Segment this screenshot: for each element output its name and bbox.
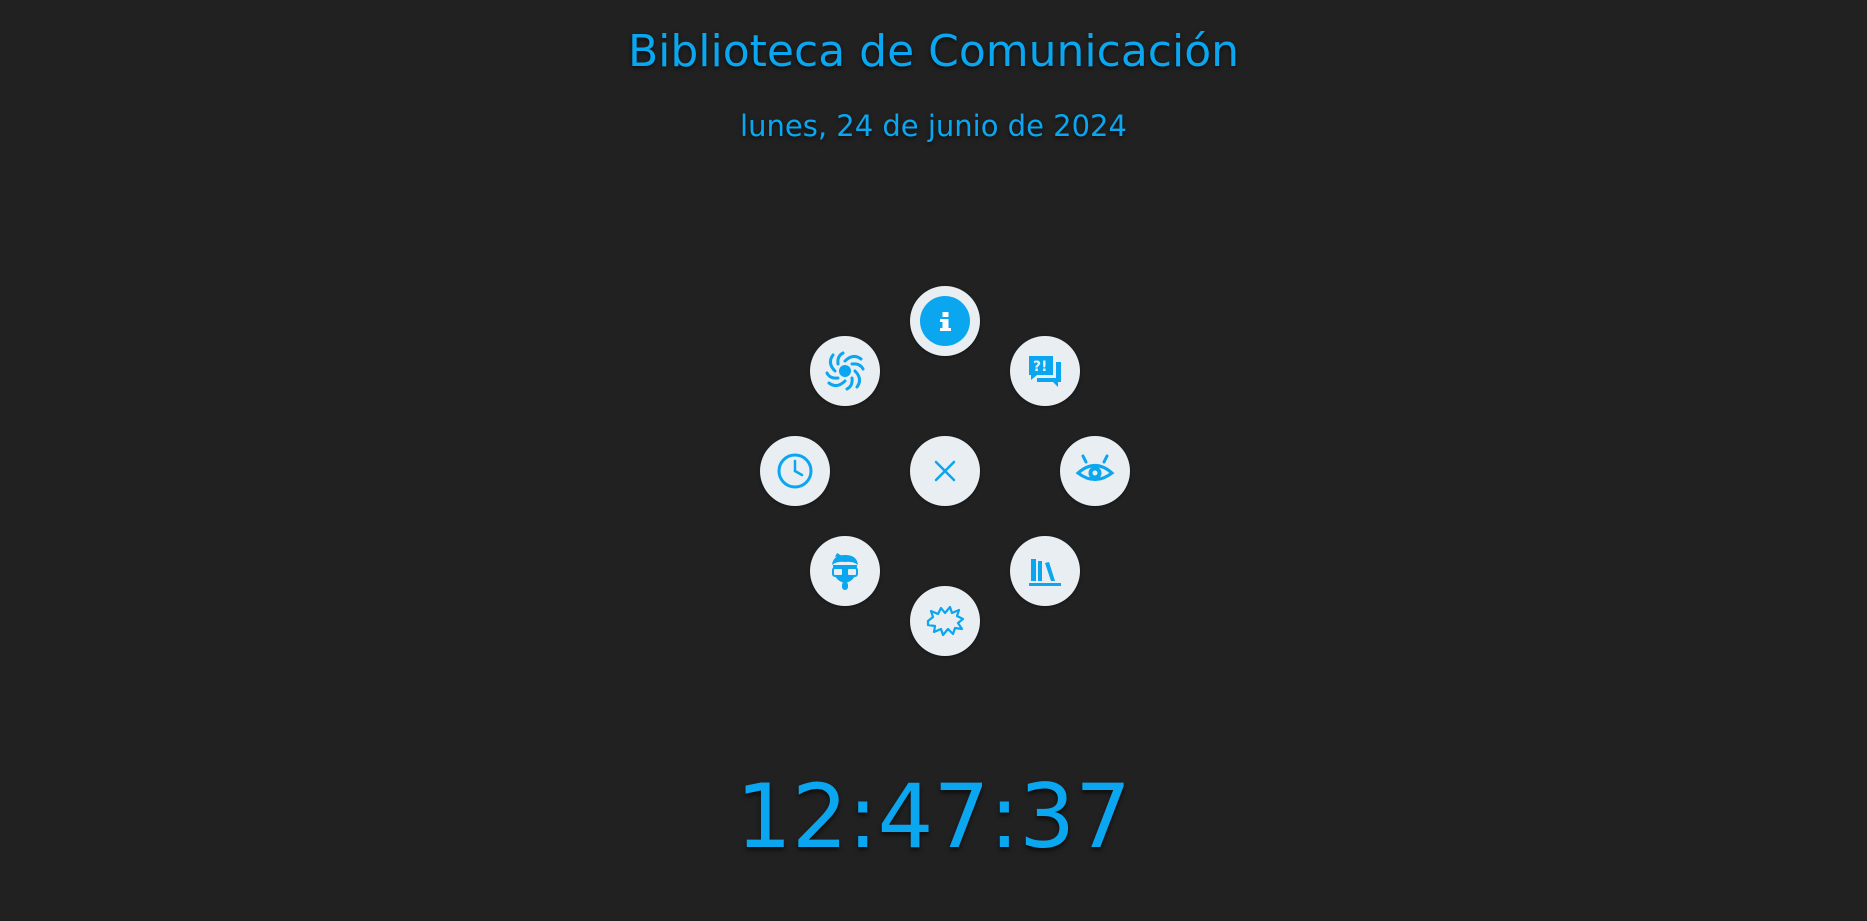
shout-button[interactable] — [910, 586, 980, 656]
view-button[interactable] — [1060, 436, 1130, 506]
spiral-icon — [823, 349, 867, 393]
info-icon — [919, 295, 971, 347]
info-button[interactable] — [910, 286, 980, 356]
clock-icon — [775, 451, 815, 491]
close-icon — [931, 457, 959, 485]
spiral-button[interactable] — [810, 336, 880, 406]
digital-clock: 12:47:37 — [735, 765, 1132, 868]
eye-icon — [1074, 450, 1116, 492]
library-button[interactable] — [1010, 536, 1080, 606]
bookshelf-icon — [1025, 551, 1065, 591]
questions-button[interactable]: ?! — [1010, 336, 1080, 406]
time-button[interactable] — [760, 436, 830, 506]
profile-button[interactable] — [810, 536, 880, 606]
page-title: Biblioteca de Comunicación — [627, 26, 1240, 77]
question-chat-icon: ?! — [1025, 351, 1065, 391]
nerd-face-icon — [823, 549, 867, 593]
explosion-icon — [923, 599, 967, 643]
date-label: lunes, 24 de junio de 2024 — [740, 109, 1127, 143]
close-menu-button[interactable] — [910, 436, 980, 506]
svg-text:?!: ?! — [1033, 359, 1048, 375]
